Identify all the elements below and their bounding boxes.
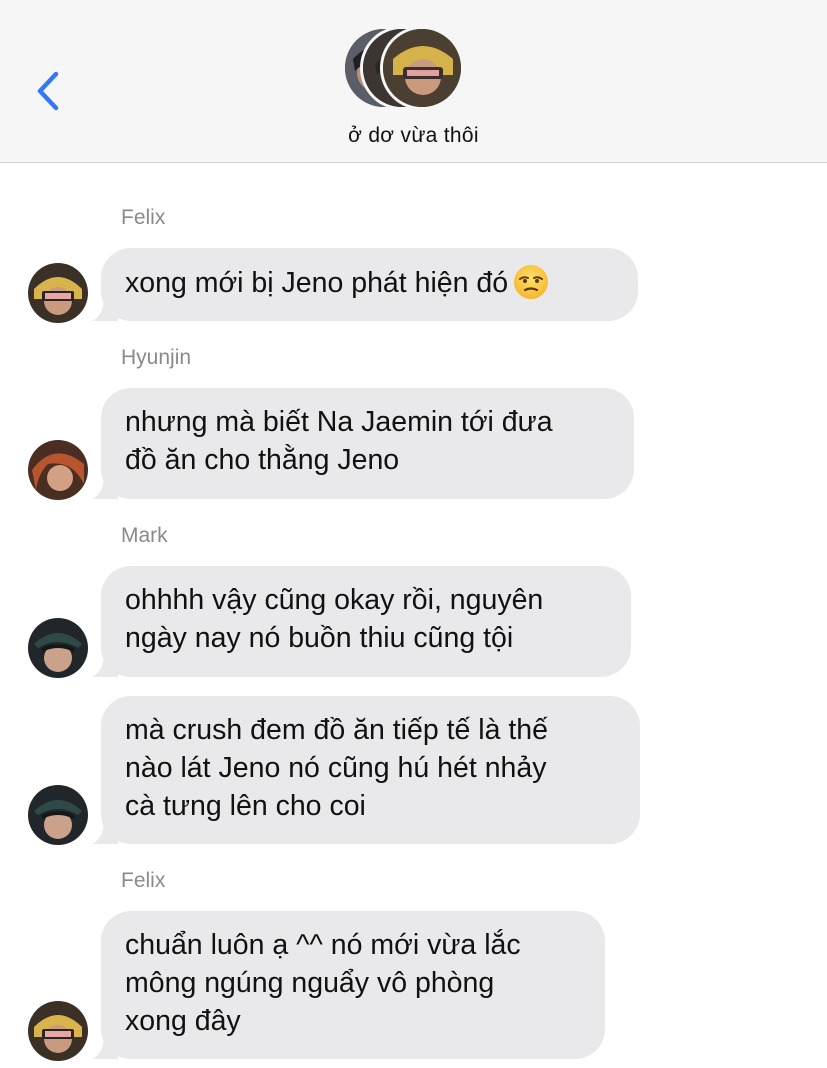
message-bubble[interactable]: xong mới bị Jeno phát hiện đó xyxy=(92,248,638,321)
message-bubble[interactable]: chuẩn luôn ạ ^^ nó mới vừa lắc mông ngún… xyxy=(92,911,605,1059)
sender-name: Mark xyxy=(121,524,168,547)
sender-name: Hyunjin xyxy=(121,346,192,369)
sender-name: Felix xyxy=(121,206,166,229)
message-text: nhưng mà biết Na Jaemin tới đưa đồ ăn ch… xyxy=(125,406,553,476)
message-text: chuẩn luôn ạ ^^ nó mới vừa lắc mông ngún… xyxy=(125,929,521,1037)
unamused-face-icon xyxy=(512,263,550,301)
group-avatar-stack[interactable] xyxy=(340,26,490,112)
sender-name: Felix xyxy=(121,869,166,892)
bubble-tail xyxy=(92,297,118,321)
avatar-mark[interactable] xyxy=(28,618,88,678)
message-text: ohhhh vậy cũng okay rồi, nguyên ngày nay… xyxy=(125,584,544,654)
message-text: xong mới bị Jeno phát hiện đó xyxy=(125,267,509,299)
group-avatar xyxy=(380,26,464,110)
chat-header: ở dơ vừa thôi xyxy=(0,0,827,163)
message-bubble[interactable]: ohhhh vậy cũng okay rồi, nguyên ngày nay… xyxy=(92,566,631,677)
avatar-hyunjin[interactable] xyxy=(28,440,88,500)
bubble-tail xyxy=(92,1035,118,1059)
bubble-tail xyxy=(92,475,118,499)
message-bubble[interactable]: nhưng mà biết Na Jaemin tới đưa đồ ăn ch… xyxy=(92,388,634,499)
group-name[interactable]: ở dơ vừa thôi xyxy=(0,124,827,148)
back-button[interactable] xyxy=(30,68,64,114)
avatar-mark[interactable] xyxy=(28,785,88,845)
chevron-left-icon xyxy=(37,71,59,111)
message-text: mà crush đem đồ ăn tiếp tế là thế nào lá… xyxy=(125,714,548,822)
message-bubble[interactable]: mà crush đem đồ ăn tiếp tế là thế nào lá… xyxy=(92,696,640,844)
bubble-tail xyxy=(92,653,118,677)
avatar-felix[interactable] xyxy=(28,263,88,323)
bubble-tail xyxy=(92,820,118,844)
avatar-felix[interactable] xyxy=(28,1001,88,1061)
